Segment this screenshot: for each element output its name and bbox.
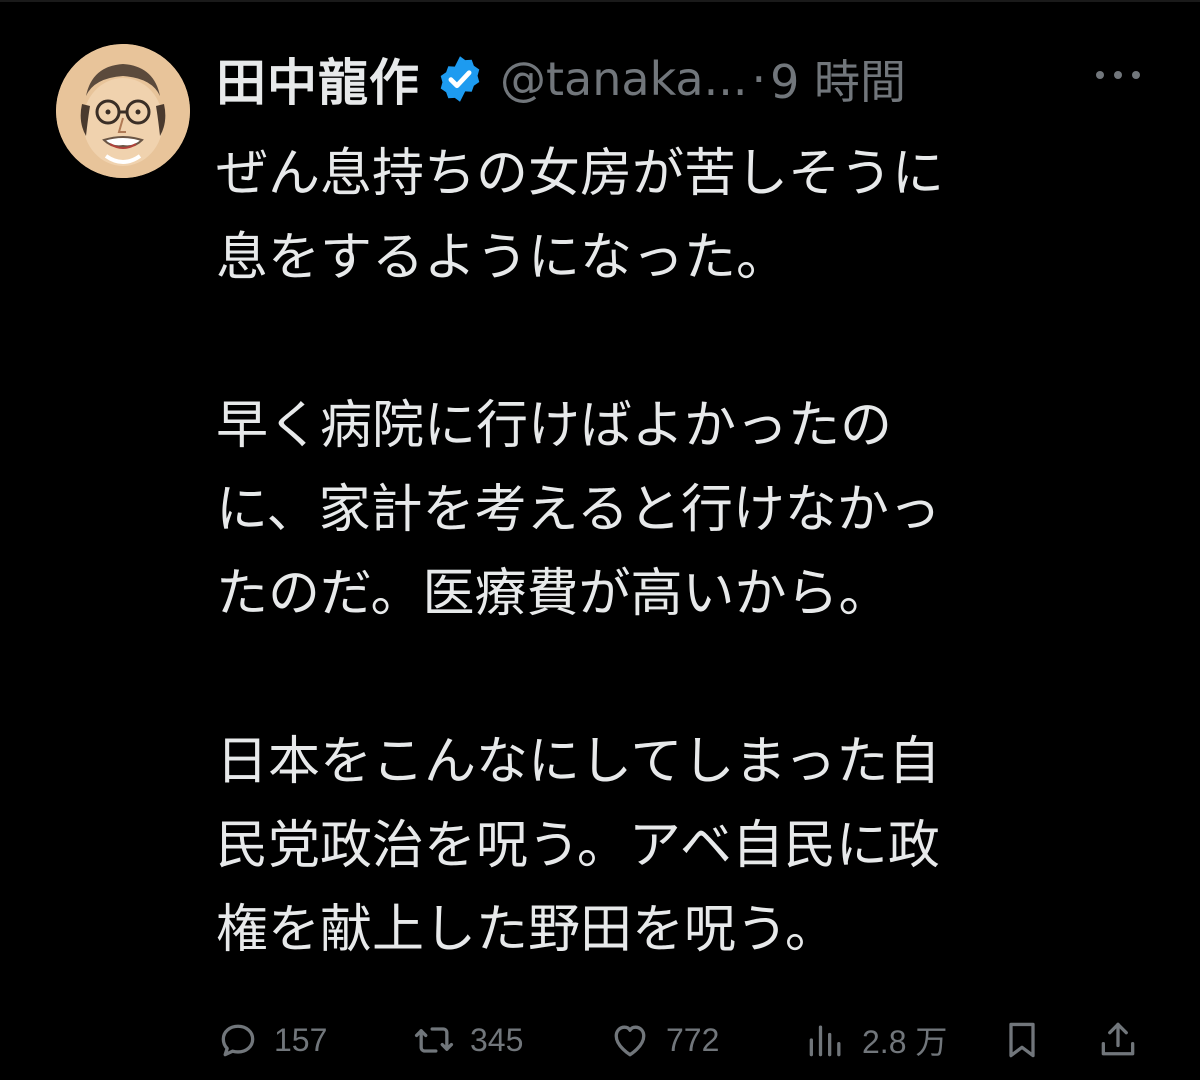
bookmark-button[interactable] (1000, 1010, 1044, 1070)
post-paragraph: 日本をこんなにしてしまった自 民党政治を呪う。アベ自民に政 権を献上した野田を呪… (216, 732, 941, 960)
reply-button[interactable]: 157 (216, 1010, 327, 1070)
separator-dot: · (751, 52, 767, 106)
views-button[interactable]: 2.8 万 (804, 1010, 947, 1070)
top-divider (0, 0, 1200, 2)
avatar-illustration (56, 44, 190, 178)
more-icon[interactable] (1096, 60, 1140, 90)
bookmark-icon (1009, 1022, 1035, 1058)
repost-count: 345 (470, 1021, 524, 1058)
repost-button[interactable]: 345 (412, 1010, 523, 1070)
post-text: ぜん息持ちの女房が苦しそうに 息をするようになった。 早く病院に行けばよかったの… (216, 132, 1146, 972)
post-header: 田中龍作 @tanaka... · 9 時間 (216, 44, 906, 114)
like-button[interactable]: 772 (608, 1010, 719, 1070)
post-timestamp[interactable]: 9 時間 (770, 46, 906, 112)
author-display-name[interactable]: 田中龍作 (216, 43, 420, 115)
reply-icon (221, 1024, 255, 1057)
share-icon (1101, 1022, 1135, 1056)
post-paragraph: ぜん息持ちの女房が苦しそうに 息をするようになった。 (216, 144, 945, 288)
author-handle[interactable]: @tanaka... (500, 52, 747, 106)
avatar[interactable] (56, 44, 190, 178)
like-count: 772 (666, 1021, 720, 1058)
post-paragraph: 早く病院に行けばよかったの に、家計を考えると行けなかっ たのだ。医療費が高いか… (216, 396, 941, 624)
views-icon (809, 1025, 841, 1057)
action-bar: 157 345 772 2.8 万 (0, 1010, 1200, 1070)
reply-count: 157 (274, 1021, 328, 1058)
repost-icon (414, 1027, 454, 1053)
share-button[interactable] (1096, 1010, 1140, 1070)
like-icon (614, 1025, 646, 1057)
verified-badge-icon[interactable] (434, 53, 486, 105)
views-count: 2.8 万 (862, 1024, 948, 1060)
